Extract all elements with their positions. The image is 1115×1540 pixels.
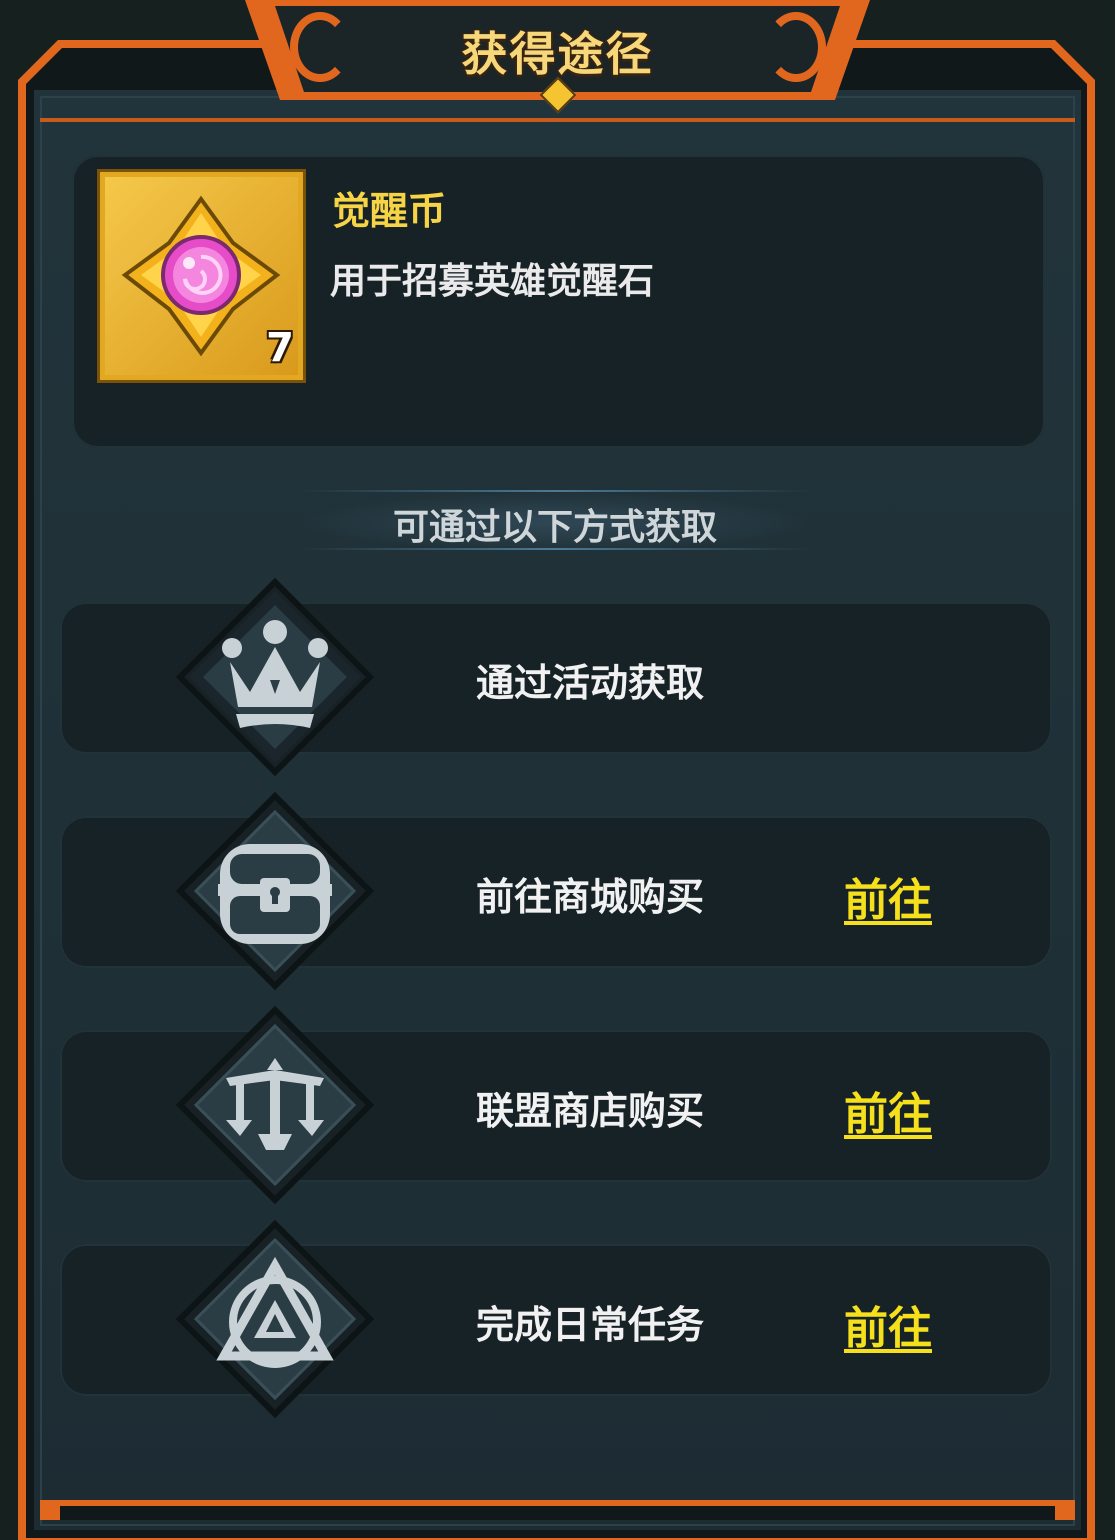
- source-label-daily-quest: 完成日常任务: [475, 1303, 704, 1347]
- acquisition-dialog: 获得途径 7 觉醒币 用于招募英雄觉醒石 可通过以下方式获取 通过活动获取 前往…: [0, 0, 1115, 1540]
- source-label-mall: 前往商城购买: [475, 875, 704, 919]
- go-button-daily-quest[interactable]: 前往: [828, 1292, 948, 1354]
- sources-heading: 可通过以下方式获取: [392, 507, 717, 548]
- dialog-title: 获得途径: [461, 27, 654, 81]
- guild-scales-icon: [170, 1000, 380, 1210]
- subtitle-divider-bottom: [300, 548, 810, 550]
- triangle-emblem-icon: [170, 1214, 380, 1424]
- crown-icon: [170, 572, 380, 782]
- subtitle-divider-top: [300, 490, 810, 492]
- banner-swirl-left-icon: [290, 12, 350, 82]
- item-count-badge: 7: [266, 325, 294, 371]
- go-button-mall[interactable]: 前往: [828, 864, 948, 926]
- treasure-chest-icon: [170, 786, 380, 996]
- item-name: 觉醒币: [332, 189, 447, 233]
- dialog-bottom-border-inner: [60, 1506, 1055, 1520]
- source-label-guild-shop: 联盟商店购买: [475, 1089, 704, 1133]
- header-divider: [40, 118, 1075, 122]
- item-description: 用于招募英雄觉醒石: [330, 261, 655, 302]
- source-label-event: 通过活动获取: [475, 661, 704, 705]
- go-button-guild-shop[interactable]: 前往: [828, 1078, 948, 1140]
- banner-swirl-right-icon: [766, 12, 826, 82]
